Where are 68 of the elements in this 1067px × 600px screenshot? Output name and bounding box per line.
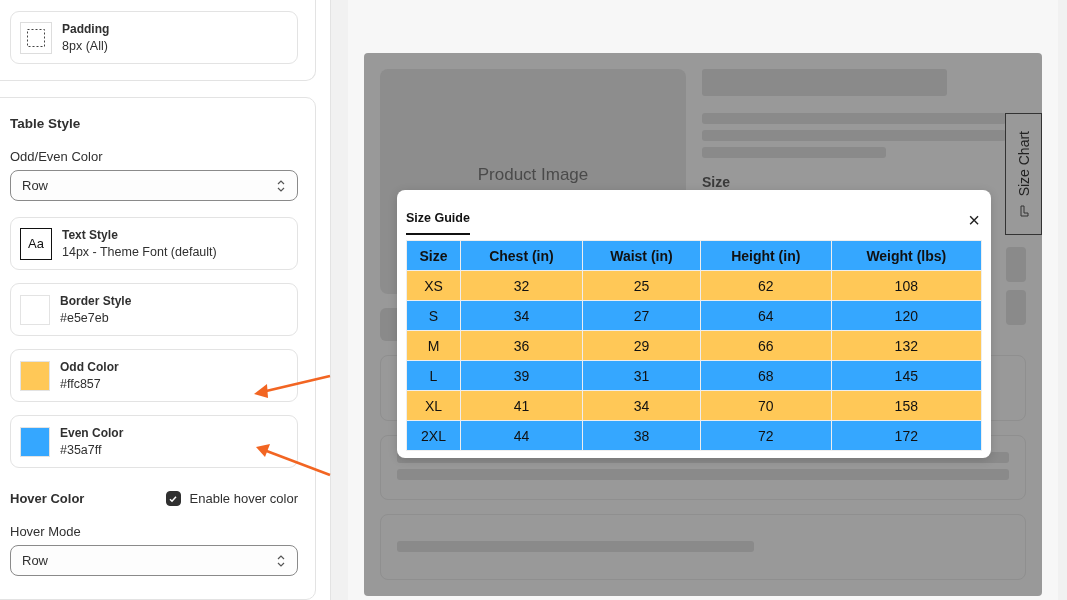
size-label: Size bbox=[702, 174, 731, 190]
check-icon bbox=[168, 493, 179, 504]
style-card[interactable]: Even Color #35a7ff bbox=[10, 415, 298, 468]
chevron-icon bbox=[276, 553, 286, 568]
chevron-icon bbox=[276, 178, 286, 193]
card-value: #ffc857 bbox=[60, 377, 102, 391]
table-cell: 36 bbox=[460, 330, 583, 361]
table-cell: 70 bbox=[700, 390, 832, 421]
card-value: #e5e7eb bbox=[60, 311, 110, 325]
padding-icon bbox=[20, 21, 52, 54]
style-card[interactable]: Aa Text Style 14px - Theme Font (default) bbox=[10, 217, 298, 270]
table-cell: 64 bbox=[700, 300, 832, 331]
padding-value: 8px (All) bbox=[62, 39, 109, 53]
table-cell: 29 bbox=[582, 330, 701, 361]
style-card[interactable]: Odd Color #ffc857 bbox=[10, 349, 298, 402]
table-cell: 158 bbox=[831, 390, 982, 421]
table-cell: 27 bbox=[582, 300, 701, 331]
card-value: 14px - Theme Font (default) bbox=[62, 245, 217, 259]
padding-label: Padding bbox=[62, 22, 110, 36]
table-cell: 39 bbox=[460, 360, 583, 391]
table-cell: 62 bbox=[700, 270, 832, 301]
odd-even-select[interactable]: Row bbox=[10, 170, 298, 201]
table-cell: 41 bbox=[460, 390, 583, 421]
size-chart-tab[interactable]: Size Chart bbox=[1005, 113, 1042, 235]
table-cell: 66 bbox=[700, 330, 832, 361]
table-cell: 68 bbox=[700, 360, 832, 391]
checkbox[interactable] bbox=[165, 491, 181, 506]
table-cell: 38 bbox=[582, 420, 701, 451]
field-label: Odd/Even Color bbox=[10, 149, 104, 164]
table-cell: 34 bbox=[460, 300, 583, 331]
field-label: Hover Mode bbox=[10, 524, 82, 539]
column-header: Size bbox=[406, 240, 461, 271]
card-label: Border Style bbox=[60, 294, 132, 308]
table-cell: 2XL bbox=[406, 420, 461, 451]
table-cell: 172 bbox=[831, 420, 982, 451]
card-label: Even Color bbox=[60, 426, 124, 440]
size-guide-tab[interactable]: Size Guide bbox=[406, 205, 470, 235]
close-button[interactable]: × bbox=[968, 208, 980, 232]
column-header: Chest (in) bbox=[460, 240, 583, 271]
hover-color-label: Hover Color bbox=[10, 491, 85, 506]
style-card[interactable]: Border Style #e5e7eb bbox=[10, 283, 298, 336]
table-cell: 44 bbox=[460, 420, 583, 451]
card-label: Odd Color bbox=[60, 360, 119, 374]
table-cell: L bbox=[406, 360, 461, 391]
column-header: Height (in) bbox=[700, 240, 832, 271]
column-header: Weight (lbs) bbox=[831, 240, 982, 271]
card-label: Text Style bbox=[62, 228, 119, 242]
hover-mode-select[interactable]: Row bbox=[10, 545, 298, 576]
table-cell: XL bbox=[406, 390, 461, 421]
image-placeholder-label: Product Image bbox=[477, 165, 589, 186]
table-cell: 32 bbox=[460, 270, 583, 301]
card-value: #35a7ff bbox=[60, 443, 103, 457]
table-cell: XS bbox=[406, 270, 461, 301]
table-cell: 132 bbox=[831, 330, 982, 361]
table-cell: 145 bbox=[831, 360, 982, 391]
column-header: Waist (in) bbox=[582, 240, 701, 271]
section-title: Table Style bbox=[10, 116, 82, 131]
table-cell: 72 bbox=[700, 420, 832, 451]
table-cell: S bbox=[406, 300, 461, 331]
table-cell: 34 bbox=[582, 390, 701, 421]
ruler-icon bbox=[1018, 204, 1029, 217]
font-icon: Aa bbox=[20, 227, 52, 260]
table-cell: 31 bbox=[582, 360, 701, 391]
table-cell: M bbox=[406, 330, 461, 361]
table-cell: 25 bbox=[582, 270, 701, 301]
table-cell: 120 bbox=[831, 300, 982, 331]
checkbox-label[interactable]: Enable hover color bbox=[189, 491, 298, 506]
table-cell: 108 bbox=[831, 270, 982, 301]
